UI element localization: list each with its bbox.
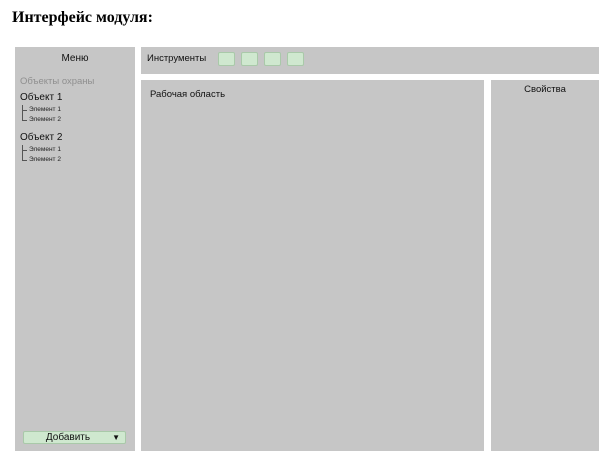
menu-panel: Меню Объекты охраны Объект 1 Элемент 1 Э… <box>15 47 135 451</box>
tree-element-2-2[interactable]: Элемент 2 <box>22 155 62 165</box>
tree-element-1-2[interactable]: Элемент 2 <box>22 115 62 125</box>
tree-element-2-1[interactable]: Элемент 1 <box>22 145 62 155</box>
tree-element-1-1[interactable]: Элемент 1 <box>22 105 62 115</box>
properties-label: Свойства <box>524 84 566 95</box>
object-item-1[interactable]: Объект 1 <box>20 92 62 104</box>
toolbar-label: Инструменты <box>147 53 207 64</box>
page-heading: Интерфейс модуля: <box>12 9 153 26</box>
object-group-2: Объект 2 Элемент 1 Элемент 2 <box>20 132 62 165</box>
add-button[interactable]: Добавить ▼ <box>23 431 126 444</box>
properties-panel: Свойства <box>491 80 599 451</box>
workspace-panel[interactable]: Рабочая область <box>141 80 484 451</box>
tool-button-4[interactable] <box>287 52 304 66</box>
menu-title: Меню <box>61 53 89 64</box>
tool-button-2[interactable] <box>241 52 258 66</box>
object-1-tree: Элемент 1 Элемент 2 <box>22 105 62 125</box>
toolbar: Инструменты <box>141 47 599 74</box>
dropdown-triangle-icon[interactable]: ▼ <box>112 432 120 444</box>
tool-button-1[interactable] <box>218 52 235 66</box>
object-2-tree: Элемент 1 Элемент 2 <box>22 145 62 165</box>
section-label-objects: Объекты охраны <box>20 76 95 87</box>
object-item-2[interactable]: Объект 2 <box>20 132 62 144</box>
tool-button-3[interactable] <box>264 52 281 66</box>
object-group-1: Объект 1 Элемент 1 Элемент 2 <box>20 92 62 125</box>
add-button-label: Добавить <box>45 432 91 443</box>
workspace-label: Рабочая область <box>150 89 226 100</box>
